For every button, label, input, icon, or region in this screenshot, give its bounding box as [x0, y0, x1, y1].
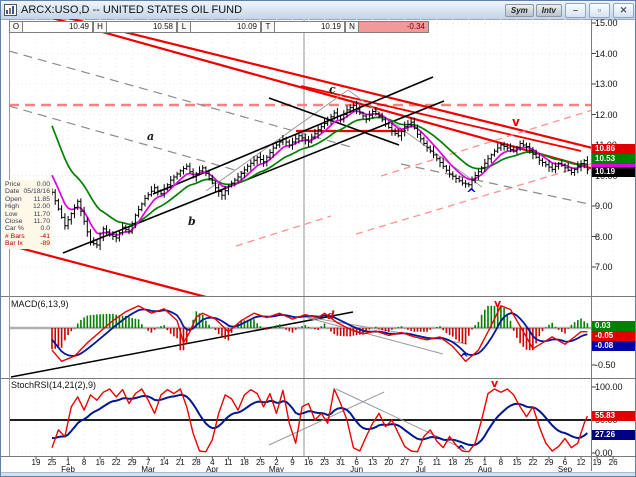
quote-field-value-h: 10.58	[106, 21, 177, 33]
price-axis-tick: 13.00	[595, 79, 635, 89]
quote-field-label-t: T	[261, 21, 274, 33]
quote-field-label-n: N	[345, 21, 358, 33]
quote-field-value-o: 10.49	[22, 21, 93, 33]
quote-field-label-h: H	[93, 21, 106, 33]
price-axis-tick: 8.00	[595, 232, 635, 242]
chart-canvas[interactable]: abcv^dv^v^	[1, 1, 636, 477]
quote-bar: O10.49H10.58L10.09T10.19N-0.34	[9, 21, 429, 33]
quote-field-value-t: 10.19	[274, 21, 345, 33]
macd-marker-signal: -0.08	[592, 341, 636, 351]
svg-text:^: ^	[466, 187, 477, 202]
macd-marker-hist: 0.03	[592, 321, 636, 331]
quote-field-label-l: L	[177, 21, 190, 33]
svg-text:c: c	[329, 83, 336, 96]
macd-label: MACD(6,13,9)	[11, 299, 69, 309]
window-bottom-strip	[1, 472, 636, 477]
svg-text:a: a	[147, 130, 154, 143]
macd-axis-tick: -0.50	[595, 360, 635, 370]
stoch-marker-fast: 55.83	[592, 411, 636, 421]
price-axis-tick: 9.00	[595, 201, 635, 211]
info-row: Date05/18/16	[5, 188, 50, 195]
price-axis-tick: 14.00	[595, 49, 635, 59]
info-row: Bar Ix-89	[5, 240, 50, 247]
price-marker-high-band: 10.86	[592, 144, 636, 154]
crosshair-info-box: Price0.00Date05/18/16Open11.85High12.00L…	[3, 180, 52, 249]
svg-text:v: v	[494, 297, 502, 310]
info-row: Price0.00	[5, 181, 50, 188]
quote-field-value-n: -0.34	[358, 21, 429, 33]
price-axis-tick: 12.00	[595, 110, 635, 120]
quote-field-value-l: 10.09	[190, 21, 261, 33]
svg-text:d: d	[327, 309, 335, 322]
info-row: Car %0.0	[5, 225, 50, 232]
price-marker-last: 10.19	[592, 167, 636, 177]
info-row: Close11.70	[5, 218, 50, 225]
price-axis-tick: 7.00	[595, 262, 635, 272]
stoch-marker-slow: 27.26	[592, 430, 636, 440]
svg-text:^: ^	[456, 443, 466, 457]
macd-marker-line: -0.05	[592, 331, 636, 341]
price-marker-ema-slow: 10.53	[592, 154, 636, 164]
svg-text:^: ^	[459, 351, 469, 365]
quote-field-label-o: O	[9, 21, 22, 33]
stoch-axis-tick: 0.00	[595, 448, 635, 458]
price-axis-tick: 15.00	[595, 18, 635, 28]
svg-text:v: v	[512, 115, 520, 129]
stochrsi-label: StochRSI(14,21(2),9)	[11, 380, 96, 390]
chart-window: ARCX:USO,D -- UNITED STATES OIL FUND Sym…	[0, 0, 636, 477]
info-row: Open11.85	[5, 196, 50, 203]
svg-text:b: b	[188, 215, 196, 228]
stoch-axis-tick: 100.00	[595, 382, 635, 392]
info-row: High12.00	[5, 203, 50, 210]
date-label: 26	[602, 458, 624, 467]
info-row: Low11.70	[5, 211, 50, 218]
info-row: # Bars-41	[5, 233, 50, 240]
